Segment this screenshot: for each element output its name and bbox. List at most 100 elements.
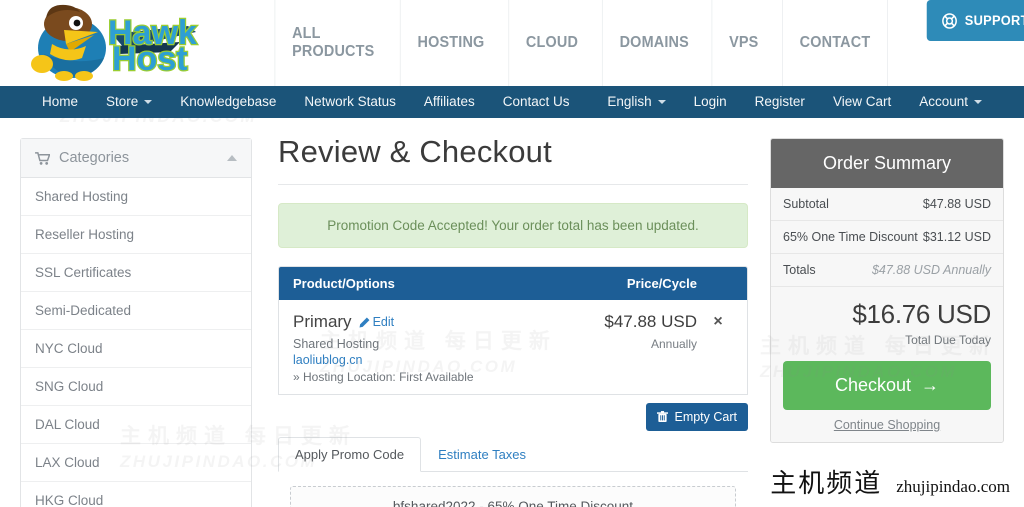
checkout-button[interactable]: Checkout →: [783, 361, 991, 410]
subnav-label: Affiliates: [423, 94, 475, 109]
chevron-down-icon: [974, 100, 982, 104]
watermark-band-en: zhujipindao.com: [896, 477, 1010, 496]
summary-label: Subtotal: [783, 197, 829, 211]
main-content: Review & Checkout Promotion Code Accepte…: [252, 130, 770, 507]
page-root: 主机频道 每日更新 ZHUJIPINDAO.COM 主机频道 每日更新 ZHUJ…: [0, 0, 1024, 507]
subnav-label: English: [607, 94, 652, 109]
nav-item-all-products[interactable]: ALL PRODUCTS: [274, 0, 391, 86]
applied-promo-code: bfshared2022 - 65% One Time Discount: [290, 486, 736, 507]
primary-nav: ALL PRODUCTS HOSTING CLOUD DOMAINS VPS C…: [270, 0, 1024, 86]
subnav-label: Home: [42, 94, 79, 109]
subnav-item-knowledgebase[interactable]: Knowledgebase: [166, 86, 290, 118]
subnav-label: Store: [106, 94, 139, 109]
subnav-item-account[interactable]: Account: [905, 86, 996, 118]
page-body: Categories Shared Hosting Reseller Hosti…: [0, 118, 1024, 507]
trash-icon: [657, 411, 669, 423]
summary-totals-value: $47.88 USD Annually: [871, 263, 991, 277]
subnav-item-network-status[interactable]: Network Status: [290, 86, 410, 118]
cart-item-product: Shared Hosting: [293, 337, 380, 351]
lifebuoy-icon: [942, 12, 957, 29]
empty-cart-button[interactable]: Empty Cart: [646, 403, 748, 431]
nav-item-hosting[interactable]: HOSTING: [399, 0, 500, 86]
cart-item-name-row: Primary Edit: [293, 312, 553, 332]
summary-row-totals: Totals $47.88 USD Annually: [771, 254, 1003, 287]
page-title: Review & Checkout: [278, 130, 748, 185]
cart-item-details: Primary Edit Shared Hosting laoliublog.c…: [293, 312, 553, 384]
cart-item-pricing: $47.88 USD Annually: [553, 312, 703, 384]
tab-apply-promo-code[interactable]: Apply Promo Code: [278, 437, 422, 472]
sidebar-item-semi-dedicated[interactable]: Semi-Dedicated: [21, 292, 251, 330]
order-summary: Order Summary Subtotal $47.88 USD 65% On…: [770, 138, 1004, 507]
subnav-label: Knowledgebase: [180, 94, 277, 109]
checkout-label: Checkout: [834, 375, 912, 395]
subnav-label: Register: [754, 94, 805, 109]
checkout-area: Checkout → Continue Shopping: [771, 355, 1003, 442]
arrow-right-icon: →: [921, 375, 940, 395]
site-header: Hawk Host ALL PRODUCTS HOSTING CLOUD DOM…: [0, 0, 1024, 86]
sidebar-item-hkg-cloud[interactable]: HKG Cloud: [21, 482, 251, 507]
cart-item-domain[interactable]: laoliublog.cn: [293, 353, 553, 367]
remove-item-button[interactable]: ×: [703, 312, 733, 384]
secondary-nav: Home Store Knowledgebase Network Status …: [0, 86, 1024, 118]
subnav-item-home[interactable]: Home: [28, 86, 92, 118]
subnav-label: Account: [919, 94, 968, 109]
secondary-nav-right: English Login Register View Cart Account: [593, 86, 996, 118]
cart-item-price: $47.88 USD: [604, 312, 697, 331]
sidebar-item-reseller-hosting[interactable]: Reseller Hosting: [21, 216, 251, 254]
subnav-item-view-cart[interactable]: View Cart: [819, 86, 905, 118]
total-due-today: $16.76 USD Total Due Today: [771, 287, 1003, 355]
summary-row-subtotal: Subtotal $47.88 USD: [771, 188, 1003, 221]
categories-panel-header[interactable]: Categories: [21, 139, 251, 178]
sidebar-item-shared-hosting[interactable]: Shared Hosting: [21, 178, 251, 216]
order-summary-box: Order Summary Subtotal $47.88 USD 65% On…: [770, 138, 1004, 443]
secondary-nav-left: Home Store Knowledgebase Network Status …: [28, 86, 583, 118]
cart-table: Product/Options Price/Cycle Primary Edit: [278, 266, 748, 395]
nav-item-domains[interactable]: DOMAINS: [601, 0, 706, 86]
sidebar-item-nyc-cloud[interactable]: NYC Cloud: [21, 330, 251, 368]
categories-title: Categories: [59, 150, 130, 166]
summary-row-discount: 65% One Time Discount $31.12 USD: [771, 221, 1003, 254]
subnav-label: Login: [693, 94, 727, 109]
subnav-item-store[interactable]: Store: [92, 86, 166, 118]
continue-shopping-link[interactable]: Continue Shopping: [783, 418, 991, 432]
summary-totals-label: Totals: [783, 263, 816, 277]
subnav-item-affiliates[interactable]: Affiliates: [410, 86, 489, 118]
sidebar: Categories Shared Hosting Reseller Hosti…: [20, 138, 252, 507]
order-summary-title: Order Summary: [771, 139, 1003, 188]
summary-value: $31.12 USD: [922, 230, 991, 244]
subnav-item-register[interactable]: Register: [741, 86, 819, 118]
chevron-up-icon[interactable]: [227, 155, 237, 161]
cart-item-cycle: Annually: [650, 337, 697, 351]
watermark-band-cn: 主机频道: [770, 468, 883, 498]
site-logo[interactable]: Hawk Host: [0, 0, 270, 86]
promo-tab-panel: bfshared2022 - 65% One Time Discount Rem…: [278, 472, 748, 507]
categories-panel: Categories Shared Hosting Reseller Hosti…: [20, 138, 252, 507]
subnav-item-login[interactable]: Login: [680, 86, 741, 118]
subnav-label: View Cart: [832, 94, 892, 109]
cart-item-option: » Hosting Location: First Available: [293, 370, 474, 384]
sidebar-item-lax-cloud[interactable]: LAX Cloud: [21, 444, 251, 482]
empty-cart-label: Empty Cart: [674, 410, 737, 424]
chevron-down-icon: [144, 100, 153, 104]
nav-item-contact[interactable]: CONTACT: [781, 0, 888, 86]
subnav-item-language[interactable]: English: [593, 86, 679, 118]
nav-item-cloud[interactable]: CLOUD: [507, 0, 595, 86]
subnav-item-contact-us[interactable]: Contact Us: [489, 86, 584, 118]
summary-value: $47.88 USD: [922, 197, 991, 211]
subnav-label: Contact Us: [502, 94, 570, 109]
cart-table-header: Product/Options Price/Cycle: [279, 267, 747, 300]
svg-text:Host: Host: [112, 40, 188, 78]
sidebar-item-dal-cloud[interactable]: DAL Cloud: [21, 406, 251, 444]
edit-item-link[interactable]: Edit: [359, 315, 394, 329]
watermark-band: 主机频道 zhujipindao.com: [752, 456, 1024, 507]
pencil-icon: [359, 317, 370, 327]
tab-estimate-taxes[interactable]: Estimate Taxes: [421, 437, 543, 472]
nav-item-vps[interactable]: VPS: [711, 0, 776, 86]
promo-accepted-alert: Promotion Code Accepted! Your order tota…: [278, 203, 748, 248]
support-button-label: SUPPORT AND CLIENT AREA: [964, 13, 1024, 28]
sidebar-item-sng-cloud[interactable]: SNG Cloud: [21, 368, 251, 406]
cart-item-name: Primary: [293, 312, 352, 331]
due-label: Total Due Today: [905, 333, 991, 347]
support-and-client-area-button[interactable]: SUPPORT AND CLIENT AREA: [926, 0, 1024, 41]
sidebar-item-ssl-certificates[interactable]: SSL Certificates: [21, 254, 251, 292]
